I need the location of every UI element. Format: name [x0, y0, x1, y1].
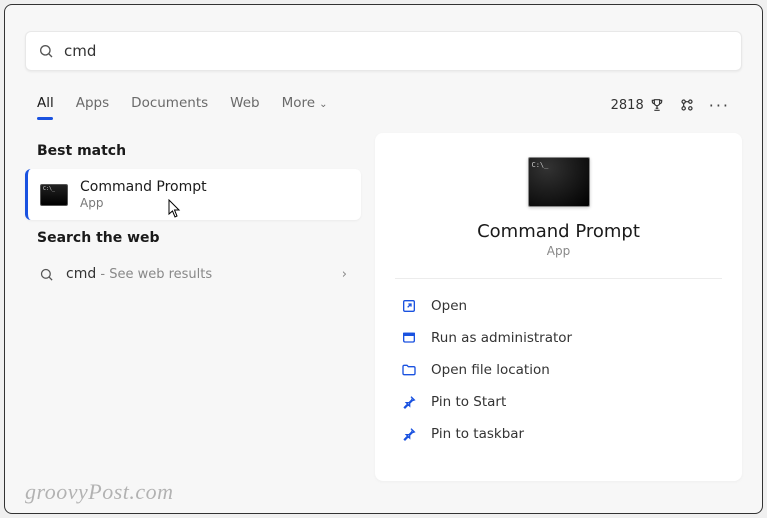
action-list: Open Run as administrator Open file loca… [395, 291, 722, 449]
start-search-window: All Apps Documents Web More⌄ 2818 ··· Be… [4, 4, 763, 514]
preview-header: Command Prompt App [395, 157, 722, 258]
command-prompt-icon [528, 157, 590, 207]
search-icon [38, 43, 54, 59]
web-result-item[interactable]: cmd - See web results › [25, 256, 361, 292]
web-result-text: cmd - See web results [66, 266, 212, 282]
content-area: Best match Command Prompt App Search the… [5, 119, 762, 501]
action-label: Pin to taskbar [431, 426, 524, 442]
tab-more[interactable]: More⌄ [282, 91, 328, 119]
points-value: 2818 [611, 98, 644, 113]
search-icon [39, 267, 54, 282]
action-run-admin[interactable]: Run as administrator [395, 323, 722, 353]
preview-subtitle: App [547, 244, 570, 258]
action-open[interactable]: Open [395, 291, 722, 321]
open-icon [401, 298, 417, 314]
pin-icon [401, 426, 417, 442]
pin-icon [401, 394, 417, 410]
action-label: Open file location [431, 362, 550, 378]
filter-tabs: All Apps Documents Web More⌄ [37, 91, 327, 119]
best-match-text: Command Prompt App [80, 179, 207, 210]
tabs-row: All Apps Documents Web More⌄ 2818 ··· [5, 81, 762, 119]
best-match-header: Best match [25, 133, 361, 169]
action-label: Open [431, 298, 467, 314]
action-open-location[interactable]: Open file location [395, 355, 722, 385]
tab-apps[interactable]: Apps [76, 91, 109, 119]
trophy-icon [649, 97, 665, 113]
tab-documents[interactable]: Documents [131, 91, 208, 119]
search-bar[interactable] [25, 31, 742, 71]
result-title: Command Prompt [80, 179, 207, 195]
divider [395, 278, 722, 279]
header-status: 2818 ··· [611, 96, 730, 115]
rewards-points[interactable]: 2818 [611, 97, 665, 113]
chevron-down-icon: ⌄ [319, 99, 327, 110]
results-column: Best match Command Prompt App Search the… [25, 133, 361, 481]
chevron-right-icon: › [342, 267, 347, 282]
action-pin-taskbar[interactable]: Pin to taskbar [395, 419, 722, 449]
tab-web[interactable]: Web [230, 91, 259, 119]
best-match-result[interactable]: Command Prompt App [25, 169, 361, 220]
result-subtitle: App [80, 196, 207, 210]
search-input[interactable] [64, 42, 729, 60]
folder-icon [401, 362, 417, 378]
preview-pane: Command Prompt App Open Run as administr… [375, 133, 742, 481]
command-prompt-icon [40, 184, 68, 206]
action-label: Run as administrator [431, 330, 572, 346]
preview-title: Command Prompt [477, 221, 640, 242]
action-label: Pin to Start [431, 394, 506, 410]
network-icon[interactable] [679, 97, 695, 113]
more-options-icon[interactable]: ··· [709, 96, 730, 115]
tab-all[interactable]: All [37, 91, 54, 119]
shield-icon [401, 330, 417, 346]
action-pin-start[interactable]: Pin to Start [395, 387, 722, 417]
search-web-header: Search the web [25, 220, 361, 256]
